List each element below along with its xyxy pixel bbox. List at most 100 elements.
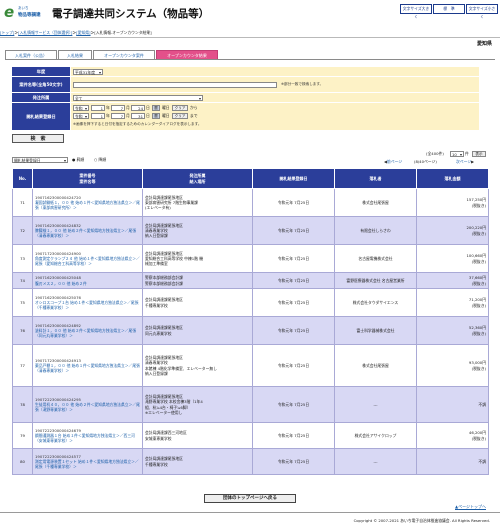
header-org: 発注所属 納入場所 xyxy=(142,168,253,189)
date-text: 令和元年 7月25日 xyxy=(277,277,310,283)
to-clear-button[interactable]: クリア xyxy=(172,113,188,119)
table-row[interactable]: 76 1907162300000424892 塗料計１，００ 他 始め２件＜愛知県地… xyxy=(12,316,489,345)
header-winner: 落札者 xyxy=(334,168,417,189)
case-name-link[interactable]: 角度測定クランプ２４ 他 始め１件＜愛知県地方独法県立＞／尾張（愛知総合工科高等… xyxy=(35,256,140,266)
from-era-select[interactable]: 令和 xyxy=(73,105,89,112)
sort-asc-label: 昇順 xyxy=(76,157,85,162)
table-row[interactable]: 75 1907162300000425076 オシロスコープ１台 始め１件＜愛知県地… xyxy=(12,288,489,317)
breadcrumb-top[interactable]: [トップ] xyxy=(0,30,14,35)
from-day-input[interactable]: 24 xyxy=(131,105,145,111)
row-date: 令和元年 7月25日 xyxy=(252,216,335,245)
from-suffix: から xyxy=(190,105,198,110)
date-text: 令和元年 7月25日 xyxy=(277,362,310,368)
to-month-input[interactable]: 7 xyxy=(111,113,125,119)
font-large-button[interactable]: 文字サイズ大きく xyxy=(400,4,432,19)
case-name-link[interactable]: 鋼間通測器１台 始め１件＜愛知県地方独法県立＞／西三河（安城東専業学校）＞ xyxy=(35,433,135,443)
breadcrumb-service[interactable]: [入札情報サービス（団体選択）] xyxy=(18,30,72,35)
case-name-link[interactable]: 測定用電源装置１セット 始め１件＜愛知県地方独法県立＞／尾張（千種専業学校）＞ xyxy=(35,459,139,469)
row-org: 会計局調達課尾張地区 清春専業学校 納入日登録課 xyxy=(142,216,253,245)
case-name-link[interactable]: 脾臓検１，００ 他 始め２件＜愛知県地方独法県立＞／尾張（清春専業学校）＞ xyxy=(35,228,136,238)
date-label: 開札結果登録日 xyxy=(12,103,70,130)
prev-page-link[interactable]: ◀前ページ xyxy=(384,159,402,165)
prev-page-text[interactable]: 前ページ xyxy=(387,159,402,164)
header-amount: 落札金額 xyxy=(416,168,489,189)
next-page-link[interactable]: 次ページ▶ xyxy=(456,159,474,165)
winner-text: 株式会社タウダサイエンス xyxy=(352,299,399,305)
case-name-link[interactable]: 凝固試験紙１，００ 他 始め１件＜愛知県地方独法県立＞／尾張（東部病害研究所）＞ xyxy=(35,200,140,210)
org-line: 納入日登録課 xyxy=(145,370,168,376)
case-name-link[interactable]: 生徒用机４０，００ 他 始め２件＜愛知県地方独法県立＞／尾張（滝野専業学校）＞ xyxy=(35,402,140,412)
sort-select[interactable]: 開札結果登録日 xyxy=(12,157,68,164)
from-month-input[interactable]: 7 xyxy=(111,105,125,111)
to-calendar-icon[interactable]: 暦 xyxy=(152,113,160,119)
row-no: 77 xyxy=(12,344,33,387)
row-date: 開札結果登録日 令和 1 年 7 月 24 日 暦 曜日 クリア から 令和 1… xyxy=(12,103,479,131)
row-winner: 株式会社尾張屋 xyxy=(334,188,417,217)
row-org: 会計局調達課尾張地区 東部病害研究所 7階生物事業課 (エレベータ有) xyxy=(142,188,253,217)
table-row[interactable]: 78 1907222300000424295 生徒用机４０，００ 他 始め２件＜愛知… xyxy=(12,386,489,423)
logo: e あいち 物品等調達 xyxy=(4,4,44,22)
name-label-sub: (全角50文字) xyxy=(36,81,63,87)
from-calendar-icon[interactable]: 暦 xyxy=(152,105,160,111)
name-label-text: 案件名等 xyxy=(19,81,37,87)
table-row[interactable]: 72 1907162300000424832 脾臓検１，００ 他 始め２件＜愛知県地… xyxy=(12,216,489,245)
year-label: 年度 xyxy=(12,67,70,76)
case-name-link[interactable]: オシロスコープ１台 始め１件＜愛知県地方独法県立＞／尾張（千種専業学校）＞ xyxy=(35,300,139,310)
row-case: 1907162300000424892 塗料計１，００ 他 始め２件＜愛知県地方独… xyxy=(32,316,143,345)
from-month-unit: 月 xyxy=(126,105,130,110)
case-name-link[interactable]: 塗料計１，００ 他 始め２件＜愛知県地方独法県立＞／尾張（同元丸専業学校）＞ xyxy=(35,328,136,338)
case-name-link[interactable]: 腹刃メス２，００ 他 始め２件 xyxy=(35,281,87,286)
header-case: 案件番号 案件名等 xyxy=(32,168,143,189)
row-date: 令和元年 7月25日 xyxy=(252,288,335,317)
to-weekday-unit: 曜日 xyxy=(162,113,170,118)
from-clear-button[interactable]: クリア xyxy=(172,105,188,111)
winner-text: 富士科学器械株式会社 xyxy=(356,327,395,333)
winner-text: --- xyxy=(373,401,378,407)
to-year-input[interactable]: 1 xyxy=(91,113,105,119)
date-text: 令和元年 7月25日 xyxy=(277,327,310,333)
display-button[interactable]: 表示 xyxy=(472,151,486,157)
year-field-cell: 平成31年度 xyxy=(71,67,479,76)
row-case: 1907162300000425076 オシロスコープ１台 始め１件＜愛知県地方独… xyxy=(32,288,143,317)
tax-text: (税抜き) xyxy=(471,302,486,308)
from-year-input[interactable]: 1 xyxy=(91,105,105,111)
sort-asc-radio[interactable]: ● 昇順 xyxy=(72,157,84,163)
breadcrumb-current: [入札情報-オープンカウンタ結果] xyxy=(94,30,152,35)
winner-text: 有限会社しらさわ xyxy=(360,227,391,233)
next-page-text[interactable]: 次ページ xyxy=(456,159,471,164)
name-input[interactable] xyxy=(73,81,277,88)
case-name-link[interactable]: 薬品戸棚１，００ 他 始め１件＜愛知県地方独法県立＞／尾張（清春専業学校）＞ xyxy=(35,363,140,373)
org-line: 警察本部総務部会計課 xyxy=(145,280,183,286)
org-line: 千種専業学校 xyxy=(145,302,168,308)
row-org: 会計局調達課尾張地区 千種専業学校 xyxy=(142,288,253,317)
year-select[interactable]: 平成31年度 xyxy=(73,68,103,76)
logo-text-top: あいち xyxy=(18,6,29,10)
table-row[interactable]: 80 1907222300000424577 測定用電源装置１セット 始め１件＜愛知… xyxy=(12,448,489,475)
sort-desc-radio[interactable]: ○ 降順 xyxy=(94,157,106,163)
breadcrumb-pref[interactable]: [愛知県] xyxy=(76,30,90,35)
org-line: (エレベータ有) xyxy=(145,205,171,211)
font-small-button[interactable]: 文字サイズ小さく xyxy=(466,4,498,19)
per-page-select[interactable]: 10 xyxy=(450,151,464,158)
row-no-text: 78 xyxy=(20,401,25,407)
to-era-select[interactable]: 令和 xyxy=(73,113,89,120)
table-row[interactable]: 79 1907222300000424679 鋼間通測器１台 始め１件＜愛知県地方独… xyxy=(12,422,489,449)
name-field-cell: ※部分一致で検索します。 xyxy=(71,77,479,92)
table-row[interactable]: 74 1907162300000425048 腹刃メス２，００ 他 始め２件 警察本部… xyxy=(12,272,489,289)
date-text: 令和元年 7月25日 xyxy=(277,227,310,233)
search-button[interactable]: 検 索 xyxy=(12,134,64,143)
to-day-input[interactable]: 31 xyxy=(131,113,145,119)
row-org: 会計局調達課尾張地区 愛知総合工科高等学校 中棟1階 機械加工準備室 xyxy=(142,244,253,273)
row-org: 会計局調達課尾張地区 滝野専業学校 本校舎棟3階（1年4 組、杭≒4台・椅子≒6脚）… xyxy=(142,386,253,423)
table-row[interactable]: 73 1907172300000424900 角度測定クランプ２４ 他 始め１件＜愛… xyxy=(12,244,489,273)
to-month-unit: 月 xyxy=(126,113,130,118)
org-line: 千種専業学校 xyxy=(145,461,168,467)
org-select[interactable]: 全て xyxy=(73,94,203,102)
page-top-link[interactable]: ▲ページトップへ xyxy=(455,504,486,510)
row-org: 会計局調達課西三河地区 安城東専業学校 xyxy=(142,422,253,449)
table-row[interactable]: 77 1907172300000424913 薬品戸棚１，００ 他 始め１件＜愛知県… xyxy=(12,344,489,387)
table-row[interactable]: 71 1907162300000424720 凝固試験紙１，００ 他 始め１件＜愛知… xyxy=(12,188,489,217)
back-to-top-button[interactable]: 団体のトップページへ戻る xyxy=(204,494,296,503)
row-no-text: 73 xyxy=(20,255,25,261)
font-standard-button[interactable]: 標 準 xyxy=(433,4,465,14)
